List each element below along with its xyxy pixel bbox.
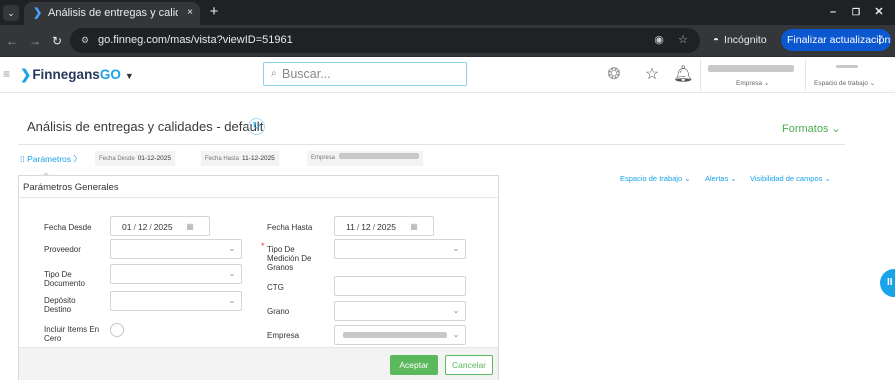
search-input[interactable]: [282, 66, 462, 82]
tipo-documento-label: Tipo De Documento: [44, 270, 85, 288]
deposito-destino-select[interactable]: ⌄: [110, 291, 242, 311]
accept-button[interactable]: Aceptar: [390, 355, 438, 375]
finnegans-favicon-icon: ❯: [33, 7, 43, 19]
calendar-icon[interactable]: ▦: [409, 222, 419, 231]
tab-search-chevron-icon[interactable]: ⌄: [3, 5, 19, 21]
finish-update-button[interactable]: Finalizar actualización ⋮: [781, 29, 891, 51]
company-name-redacted: [708, 65, 794, 72]
cancel-button[interactable]: Cancelar: [445, 355, 493, 375]
panel-header: Parámetros Generales: [19, 176, 498, 198]
eye-off-icon[interactable]: ◉: [652, 33, 666, 47]
proveedor-select[interactable]: ⌄: [110, 239, 242, 259]
fecha-hasta-value: 11/12/2025: [346, 222, 396, 232]
browser-tab[interactable]: ❯ Análisis de entregas y calid ×: [24, 2, 200, 25]
fecha-desde-input[interactable]: 01/12/2025 ▦: [110, 216, 210, 236]
hamburger-menu-icon[interactable]: ≡: [3, 67, 13, 81]
reload-icon[interactable]: ↻: [49, 33, 65, 49]
deposito-destino-label: Depósito Destino: [44, 296, 76, 314]
panel-title: Parámetros Generales: [23, 182, 119, 193]
browser-tabstrip: ⌄ ❯ Análisis de entregas y calid × + – ❐…: [0, 0, 895, 25]
fecha-desde-value: 01/12/2025: [122, 222, 173, 232]
floating-help-button[interactable]: II: [880, 269, 895, 297]
browser-toolbar: ← → ↻ ⚙ go.finneg.com/mas/vista?viewID=5…: [0, 25, 895, 57]
logo-text: Finnegans: [32, 67, 100, 82]
parameters-toggle[interactable]: ⁞⁞ Parámetros 〉: [20, 153, 82, 165]
finnegans-logo[interactable]: ❯FinnegansGO ▼: [20, 66, 134, 84]
chevron-down-icon: ⌄: [228, 244, 236, 253]
required-asterisk: *: [261, 241, 265, 251]
chevron-down-icon: ⌄: [452, 244, 460, 253]
fecha-hasta-input[interactable]: 11/12/2025 ▦: [334, 216, 434, 236]
chevron-down-icon: ⌄: [452, 306, 460, 315]
incluir-items-toggle[interactable]: [110, 323, 124, 337]
close-window-icon[interactable]: ✕: [871, 4, 887, 20]
grano-select[interactable]: ⌄: [334, 301, 466, 321]
title-divider: [18, 144, 845, 145]
empresa-select[interactable]: ⌄: [334, 325, 466, 345]
more-vert-icon[interactable]: ⋮: [875, 29, 886, 51]
workspace-label: Espacio de trabajo ⌄: [814, 80, 876, 87]
star-icon[interactable]: ☆: [642, 66, 662, 84]
workspace-link[interactable]: Espacio de trabajo ⌄: [620, 174, 691, 183]
empresa-value-redacted: [343, 332, 447, 338]
proveedor-label: Proveedor: [44, 245, 81, 254]
field-visibility-link[interactable]: Visibilidad de campos ⌄: [750, 174, 831, 183]
ctg-label: CTG: [267, 283, 284, 292]
incognito-indicator[interactable]: ◓ Incógnito: [707, 29, 773, 52]
chevron-down-icon: ⌄: [228, 269, 236, 278]
bell-icon[interactable]: 🔔︎: [673, 66, 693, 84]
tab-title: Análisis de entregas y calid: [48, 7, 178, 19]
empresa-label: Empresa: [267, 331, 300, 340]
alerts-link[interactable]: Alertas ⌄: [705, 174, 737, 183]
chip-empresa[interactable]: Empresa: [307, 151, 424, 166]
parameters-panel: Parámetros Generales Fecha Desde 01/12/2…: [18, 175, 499, 380]
logo-suffix: GO: [99, 67, 121, 82]
incluir-items-label: Incluir Items En Cero: [44, 325, 100, 343]
company-selector[interactable]: Empresa ⌄: [700, 59, 804, 91]
ctg-input[interactable]: [334, 276, 466, 296]
tipo-medicion-label: Tipo De Medición De Granos: [267, 245, 312, 272]
calendar-icon[interactable]: ▦: [185, 222, 195, 231]
refresh-icon[interactable]: ↻: [248, 118, 265, 135]
incognito-icon: ◓: [713, 35, 720, 46]
chip-fecha-desde[interactable]: Fecha Desde 01-12-2025: [95, 151, 175, 166]
search-box[interactable]: ⌕: [263, 62, 467, 86]
chip-empresa-redacted: [339, 153, 420, 160]
app-header: ≡ ❯FinnegansGO ▼ ⌕ ❂ ☆ 🔔︎ Empresa ⌄ Espac…: [0, 57, 895, 93]
restore-icon[interactable]: ❐: [848, 4, 864, 20]
new-tab-button[interactable]: +: [206, 3, 222, 21]
logo-chevron-icon: ❯: [20, 67, 32, 82]
tipo-medicion-select[interactable]: ⌄: [334, 239, 466, 259]
back-arrow-icon[interactable]: ←: [4, 33, 20, 49]
chip-fecha-hasta[interactable]: Fecha Hasta 11-12-2025: [201, 151, 279, 166]
address-bar[interactable]: ⚙ go.finneg.com/mas/vista?viewID=51961 ◉…: [70, 28, 700, 53]
brain-icon[interactable]: ❂: [604, 66, 624, 84]
logo-caret-icon[interactable]: ▼: [125, 71, 134, 81]
chevron-down-icon: ⌄: [452, 330, 460, 339]
grano-label: Grano: [267, 307, 290, 316]
tipo-documento-select[interactable]: ⌄: [110, 264, 242, 284]
company-label: Empresa ⌄: [736, 80, 770, 87]
formatos-dropdown[interactable]: Formatos ⌄: [782, 122, 841, 135]
tab-close-icon[interactable]: ×: [184, 6, 196, 20]
chevron-down-icon: ⌄: [228, 296, 236, 305]
page-title: Análisis de entregas y calidades - defau…: [27, 119, 264, 134]
fecha-desde-label: Fecha Desde: [44, 223, 92, 232]
workspace-name-redacted: [836, 65, 858, 68]
workspace-selector[interactable]: Espacio de trabajo ⌄: [805, 59, 895, 91]
panel-footer: Aceptar Cancelar: [19, 347, 498, 380]
site-settings-icon[interactable]: ⚙: [79, 34, 91, 46]
url-text[interactable]: go.finneg.com/mas/vista?viewID=51961: [98, 34, 293, 46]
fecha-hasta-label: Fecha Hasta: [267, 223, 313, 232]
forward-arrow-icon[interactable]: →: [27, 33, 43, 49]
bookmark-star-icon[interactable]: ☆: [676, 33, 690, 47]
minimize-icon[interactable]: –: [825, 4, 841, 20]
incognito-label: Incógnito: [724, 34, 767, 46]
